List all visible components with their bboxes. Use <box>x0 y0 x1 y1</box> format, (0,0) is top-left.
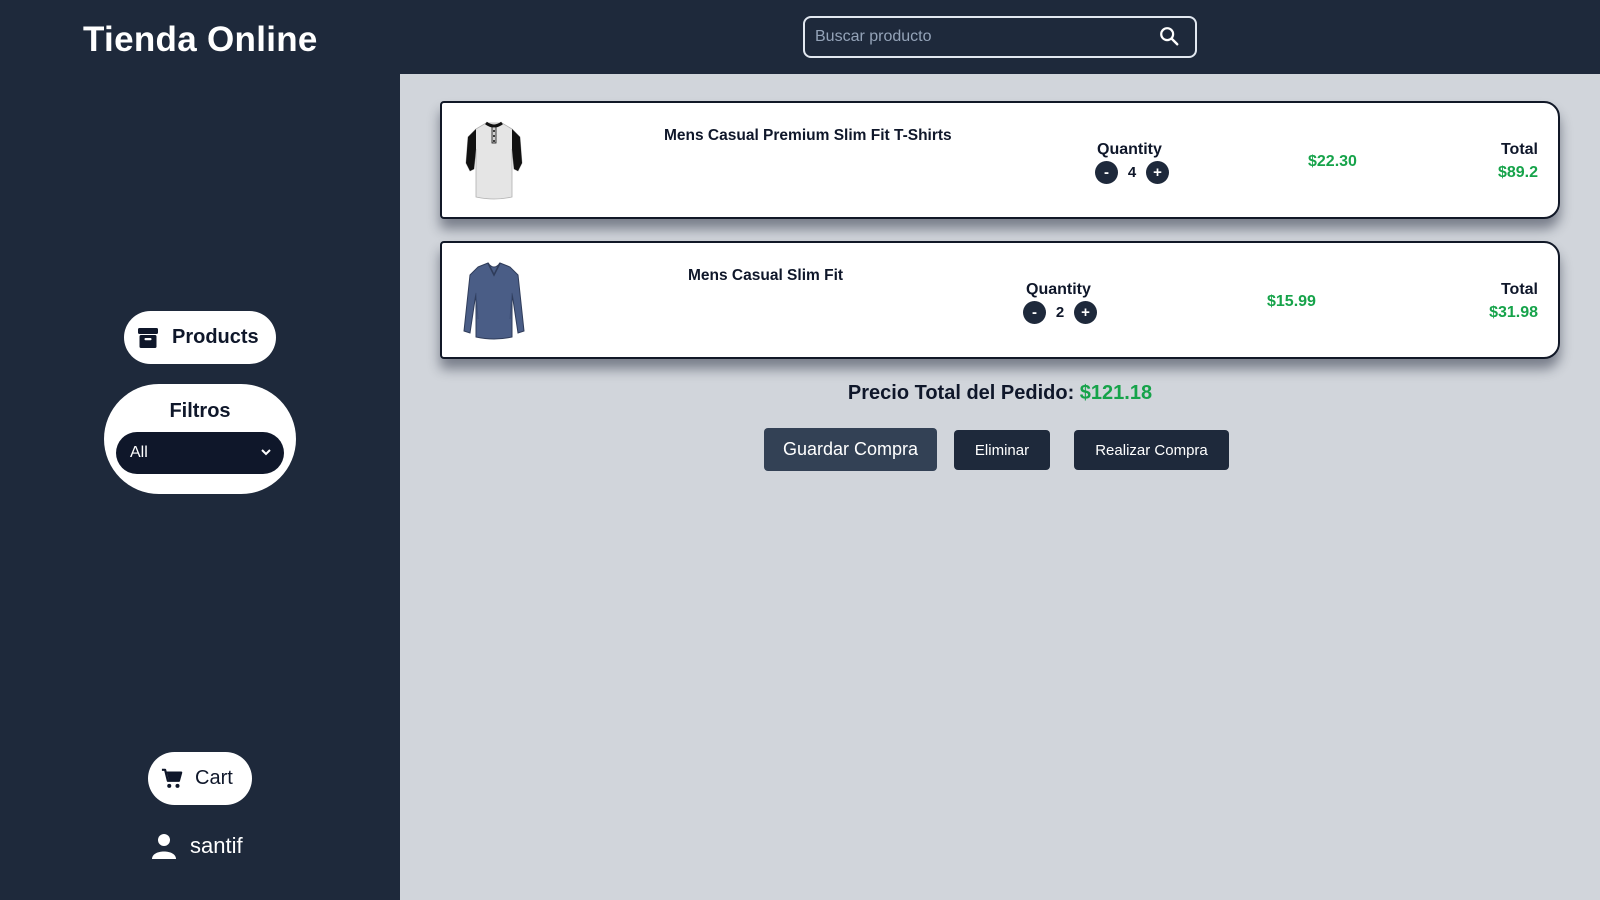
filters-title: Filtros <box>169 400 231 422</box>
item-total: Total $89.2 <box>1498 141 1538 182</box>
quantity-value: 2 <box>1055 304 1065 321</box>
unit-price: $22.30 <box>1308 153 1357 170</box>
checkout-button[interactable]: Realizar Compra <box>1074 430 1229 470</box>
unit-price: $15.99 <box>1267 293 1316 310</box>
app-root: Tienda Online Products Filtros All <box>0 0 1600 900</box>
item-total-value: $31.98 <box>1489 304 1538 321</box>
quantity-label: Quantity <box>1026 281 1091 298</box>
product-image <box>463 262 525 340</box>
order-total-value: $121.18 <box>1079 382 1153 404</box>
item-total-label: Total <box>1500 281 1538 298</box>
cart-main-panel: Mens Casual Premium Slim Fit T-Shirts Qu… <box>400 74 1600 900</box>
quantity-label: Quantity <box>1097 141 1162 158</box>
product-name: Mens Casual Slim Fit <box>688 267 844 284</box>
cart-icon <box>161 768 183 788</box>
search-icon <box>1160 27 1179 46</box>
search-bar <box>803 16 1197 58</box>
filters-panel: Filtros All <box>104 384 296 494</box>
username-label: santif <box>190 833 243 858</box>
user-profile-link[interactable]: santif <box>152 828 243 864</box>
sidebar: Products Filtros All Cart santif <box>0 74 400 900</box>
item-total: Total $31.98 <box>1489 281 1538 322</box>
quantity-stepper: - 2 + <box>1023 301 1097 324</box>
increment-quantity-button[interactable]: + <box>1146 161 1169 184</box>
search-input[interactable] <box>815 18 1145 56</box>
cart-nav-label: Cart <box>195 767 233 789</box>
item-total-value: $89.2 <box>1497 164 1538 181</box>
category-filter-select[interactable]: All <box>116 432 284 474</box>
cart-nav-button[interactable]: Cart <box>148 752 252 805</box>
delete-button[interactable]: Eliminar <box>954 430 1050 470</box>
chevron-down-icon <box>261 449 271 456</box>
decrement-quantity-button[interactable]: - <box>1023 301 1046 324</box>
increment-quantity-button[interactable]: + <box>1074 301 1097 324</box>
decrement-quantity-button[interactable]: - <box>1095 161 1118 184</box>
archive-box-icon <box>138 327 158 348</box>
save-purchase-button[interactable]: Guardar Compra <box>764 428 937 471</box>
search-button[interactable] <box>1157 25 1181 49</box>
user-icon <box>152 834 176 859</box>
quantity-stepper: - 4 + <box>1095 161 1169 184</box>
product-image <box>465 121 523 200</box>
top-header: Tienda Online <box>0 0 1600 74</box>
category-filter-value: All <box>130 444 148 461</box>
cart-item: Mens Casual Slim Fit Quantity - 2 + $15.… <box>440 241 1560 359</box>
brand-title: Tienda Online <box>83 20 318 59</box>
cart-item: Mens Casual Premium Slim Fit T-Shirts Qu… <box>440 101 1560 219</box>
product-name: Mens Casual Premium Slim Fit T-Shirts <box>664 127 952 144</box>
products-nav-label: Products <box>172 326 259 348</box>
item-total-label: Total <box>1500 141 1538 158</box>
order-total: Precio Total del Pedido: $121.18 <box>400 382 1600 405</box>
quantity-value: 4 <box>1127 164 1137 181</box>
products-nav-button[interactable]: Products <box>124 311 276 364</box>
order-total-label: Precio Total del Pedido: <box>847 382 1075 404</box>
